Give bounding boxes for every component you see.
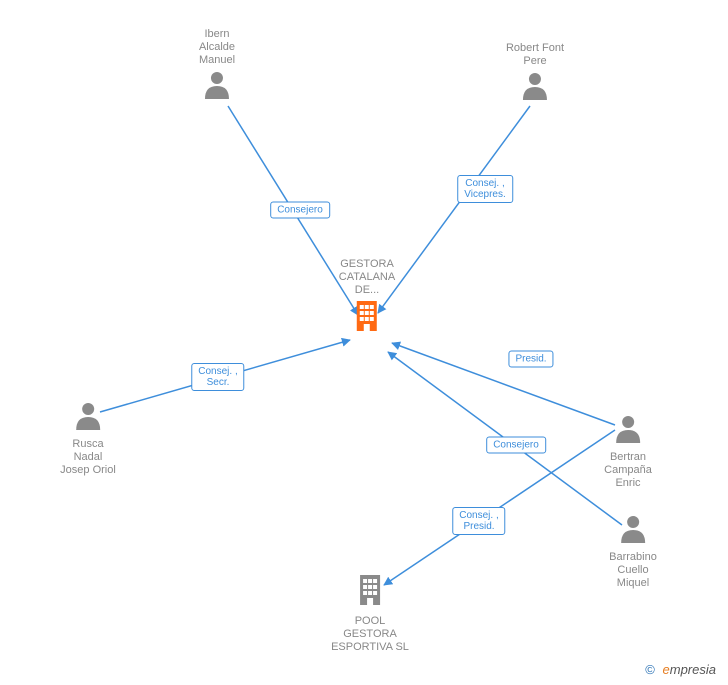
person-label: Robert Font Pere xyxy=(506,42,564,68)
edge-label-bertran-pool: Consej. , Presid. xyxy=(452,507,505,535)
edge-robert xyxy=(378,106,530,313)
brand-rest: mpresia xyxy=(670,662,716,677)
edge-label-barrabino: Consejero xyxy=(486,437,546,454)
building-icon xyxy=(352,299,382,337)
person-label: Bertran Campaña Enric xyxy=(604,451,652,490)
person-icon xyxy=(202,69,232,103)
person-icon xyxy=(613,413,643,447)
node-person-robert[interactable]: Robert Font Pere xyxy=(506,42,564,104)
node-company-pool[interactable]: POOL GESTORA ESPORTIVA SL xyxy=(331,573,409,656)
edge-label-ibern: Consejero xyxy=(270,202,330,219)
edge-label-robert: Consej. , Vicepres. xyxy=(457,175,513,203)
edge-label-rusca: Consej. , Secr. xyxy=(191,363,244,391)
edge-bertran xyxy=(392,343,615,425)
company-label: POOL GESTORA ESPORTIVA SL xyxy=(331,615,409,654)
person-label: Rusca Nadal Josep Oriol xyxy=(60,438,116,477)
person-label: Barrabino Cuello Miquel xyxy=(609,551,657,590)
center-company-label: GESTORA CATALANA DE... xyxy=(339,258,395,297)
copyright-symbol: © xyxy=(645,662,655,677)
node-center-company[interactable]: GESTORA CATALANA DE... xyxy=(339,258,395,337)
diagram-canvas: GESTORA CATALANA DE... Ibern Alcalde Man… xyxy=(0,0,728,685)
node-person-rusca[interactable]: Rusca Nadal Josep Oriol xyxy=(60,400,116,479)
building-icon xyxy=(355,573,385,611)
person-icon xyxy=(520,70,550,104)
person-icon xyxy=(618,513,648,547)
person-icon xyxy=(73,400,103,434)
node-person-barrabino[interactable]: Barrabino Cuello Miquel xyxy=(609,513,657,592)
brand-e: e xyxy=(663,662,670,677)
watermark: © empresia xyxy=(645,662,716,677)
edge-label-bertran: Presid. xyxy=(508,351,553,368)
node-person-bertran[interactable]: Bertran Campaña Enric xyxy=(604,413,652,492)
person-label: Ibern Alcalde Manuel xyxy=(199,28,235,67)
node-person-ibern[interactable]: Ibern Alcalde Manuel xyxy=(199,28,235,103)
